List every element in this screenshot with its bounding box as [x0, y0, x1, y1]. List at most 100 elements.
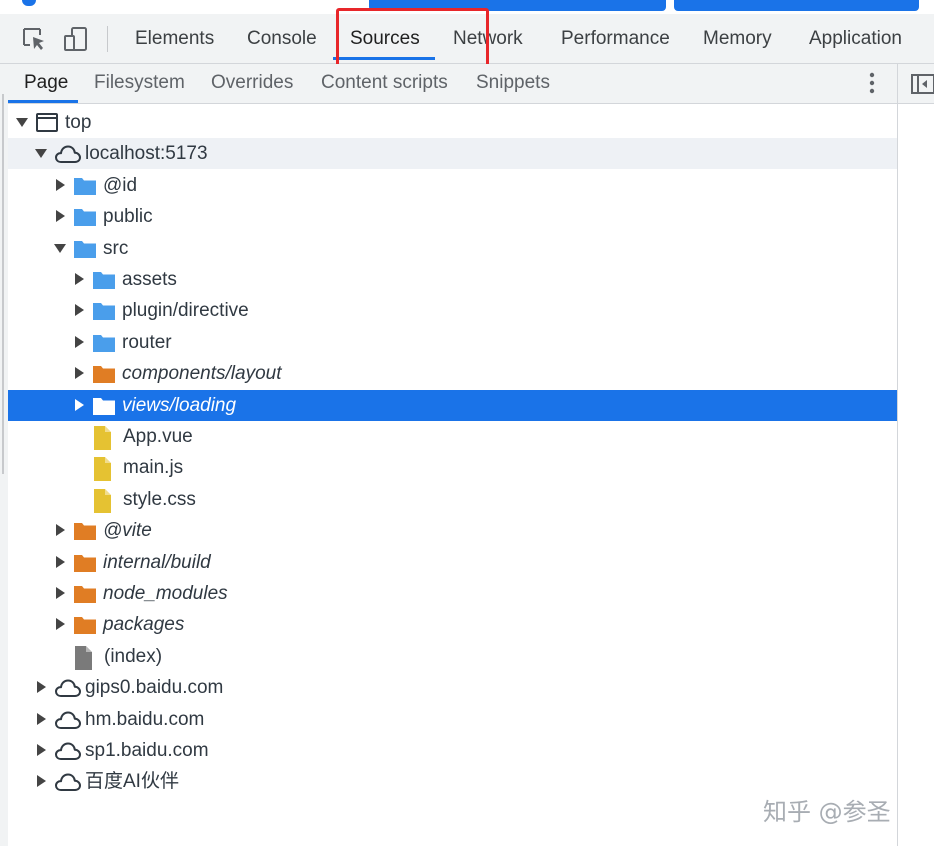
tree-item[interactable]: gips0.baidu.com [8, 672, 897, 703]
tree-item[interactable]: hm.baidu.com [8, 704, 897, 735]
tree-item[interactable]: App.vue [8, 421, 897, 452]
folder-blue-icon [73, 175, 97, 202]
tree-item[interactable]: localhost:5173 [8, 138, 897, 170]
subtab-page[interactable]: Page [24, 64, 68, 102]
cloud-icon [54, 771, 82, 798]
tree-item[interactable]: main.js [8, 452, 897, 483]
expand-arrow-right-icon[interactable] [37, 681, 46, 694]
tab-application[interactable]: Application [809, 14, 902, 63]
expand-arrow-right-icon[interactable] [75, 367, 84, 380]
tree-item[interactable]: assets [8, 264, 897, 295]
tree-item-label: internal/build [103, 551, 211, 573]
expand-arrow-right-icon[interactable] [37, 775, 46, 788]
toggle-navigator-icon[interactable] [910, 73, 934, 95]
tree-item-label: style.css [123, 488, 196, 510]
sources-navigator-toolbar: Page Filesystem Overrides Content script… [8, 64, 897, 104]
tree-item[interactable]: views/loading [8, 389, 897, 422]
tree-item[interactable]: (index) [8, 641, 897, 672]
expand-arrow-down-icon[interactable] [54, 243, 66, 253]
tree-item-label: plugin/directive [122, 300, 249, 322]
subtab-snippets[interactable]: Snippets [476, 64, 550, 102]
device-toolbar-icon[interactable] [63, 26, 89, 52]
expand-arrow-right-icon[interactable] [75, 398, 84, 411]
resize-handle[interactable] [2, 94, 4, 474]
tree-item-label: public [103, 206, 153, 228]
tree-item-label: App.vue [123, 426, 193, 447]
active-subtab-indicator [8, 100, 78, 103]
tree-item[interactable]: @vite [8, 515, 897, 546]
tree-item[interactable]: internal/build [8, 547, 897, 578]
expand-arrow-right-icon[interactable] [56, 178, 65, 191]
tree-item-label: top [65, 112, 92, 133]
tree-item-label: main.js [123, 457, 184, 479]
expand-arrow-right-icon[interactable] [56, 210, 65, 223]
tree-item-label: hm.baidu.com [85, 708, 205, 730]
tree-item[interactable]: src [8, 233, 897, 264]
subtab-content-scripts[interactable]: Content scripts [321, 64, 448, 102]
expand-arrow-right-icon[interactable] [75, 304, 84, 317]
folder-orange-icon [73, 520, 97, 547]
folder-orange-icon [73, 614, 97, 641]
expand-arrow-right-icon[interactable] [37, 744, 46, 756]
tree-item[interactable]: components/layout [8, 358, 897, 389]
tree-item[interactable]: style.css [8, 484, 897, 515]
expand-arrow-right-icon[interactable] [56, 587, 65, 599]
more-options-icon[interactable] [864, 71, 880, 95]
folder-white-icon [92, 395, 116, 422]
browser-logo-icon [22, 0, 36, 6]
browser-top-strip [0, 0, 934, 14]
inspect-element-icon[interactable] [21, 26, 47, 52]
browser-top-button[interactable] [674, 0, 919, 11]
expand-arrow-down-icon[interactable] [16, 118, 28, 127]
tree-item[interactable]: sp1.baidu.com [8, 735, 897, 766]
tree-item[interactable]: packages [8, 609, 897, 640]
tree-item[interactable]: top [8, 107, 897, 138]
tab-network[interactable]: Network [453, 14, 523, 63]
tree-item-label: localhost:5173 [85, 143, 208, 165]
expand-arrow-right-icon[interactable] [56, 524, 65, 537]
folder-blue-icon [92, 300, 116, 327]
folder-orange-icon [73, 552, 97, 579]
tree-item-label: gips0.baidu.com [85, 677, 224, 699]
tree-item-label: sp1.baidu.com [85, 740, 209, 761]
tree-item[interactable]: node_modules [8, 578, 897, 609]
subtab-overrides[interactable]: Overrides [211, 64, 293, 102]
tree-item[interactable]: @id [8, 170, 897, 201]
file-tree: top localhost:5173 @id public src assets plugi… [8, 104, 897, 846]
folder-blue-icon [92, 269, 116, 296]
tree-item-label: router [122, 331, 172, 353]
tree-item-label: assets [122, 269, 177, 290]
tab-performance[interactable]: Performance [561, 14, 670, 63]
tab-console[interactable]: Console [247, 14, 317, 63]
cloud-icon [54, 677, 82, 704]
file-yellow-icon [92, 457, 112, 486]
expand-arrow-right-icon[interactable] [56, 555, 65, 568]
tree-item-label: @id [103, 174, 138, 196]
toolbar-separator [107, 26, 108, 52]
cloud-icon [54, 143, 82, 170]
tree-item-label: (index) [104, 645, 163, 667]
expand-arrow-down-icon[interactable] [35, 149, 47, 159]
frame-icon [35, 112, 59, 139]
tree-item[interactable]: router [8, 327, 897, 358]
editor-panel [897, 64, 934, 846]
expand-arrow-right-icon[interactable] [75, 335, 84, 348]
expand-arrow-right-icon[interactable] [56, 618, 65, 631]
tree-item-label: 百度AI伙伴 [85, 771, 179, 793]
subtab-filesystem[interactable]: Filesystem [94, 64, 185, 102]
tab-memory[interactable]: Memory [703, 14, 772, 63]
devtools-main-toolbar: Elements Console Sources Network Perform… [0, 14, 934, 64]
file-yellow-icon [92, 488, 112, 518]
tree-item-label: node_modules [103, 583, 228, 604]
folder-blue-icon [92, 332, 116, 359]
expand-arrow-right-icon[interactable] [75, 273, 84, 285]
tree-item-label: src [103, 237, 129, 259]
tab-elements[interactable]: Elements [135, 14, 214, 63]
cloud-icon [54, 740, 82, 767]
cloud-icon [54, 709, 82, 736]
tab-sources[interactable]: Sources [350, 14, 420, 63]
tree-item[interactable]: plugin/directive [8, 295, 897, 326]
expand-arrow-right-icon[interactable] [37, 712, 46, 725]
browser-top-button[interactable] [369, 0, 666, 11]
tree-item[interactable]: public [8, 201, 897, 232]
